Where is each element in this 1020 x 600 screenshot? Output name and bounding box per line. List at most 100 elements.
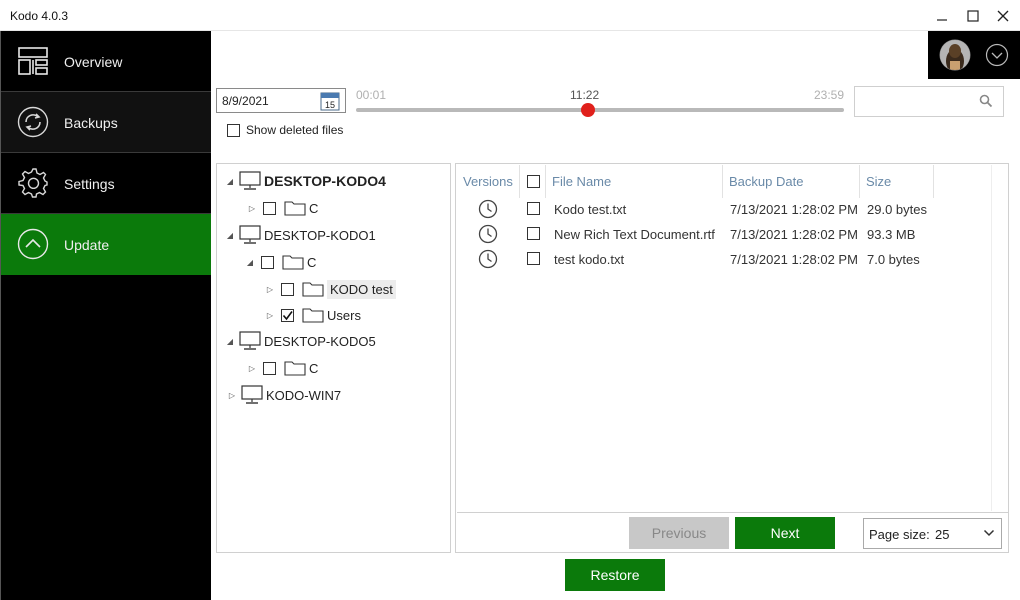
slider-handle[interactable]: [581, 103, 595, 117]
window-title: Kodo 4.0.3: [10, 9, 69, 23]
row-checkbox[interactable]: [527, 227, 540, 240]
previous-button[interactable]: Previous: [629, 517, 729, 549]
collapse-arrow-icon[interactable]: ◢: [245, 258, 255, 267]
tree-node-kodo5-c[interactable]: ▷ C: [247, 356, 318, 380]
expand-arrow-icon[interactable]: ▷: [227, 391, 237, 400]
checkmark-icon: [282, 310, 293, 320]
table-row[interactable]: test kodo.txt 7/13/2021 1:28:02 PM 7.0 b…: [457, 247, 977, 272]
computer-icon: [241, 385, 263, 404]
expand-arrow-icon[interactable]: ▷: [247, 364, 257, 373]
tree-node-label: DESKTOP-KODO4: [264, 173, 386, 189]
file-name: New Rich Text Document.rtf: [554, 227, 715, 242]
show-deleted-checkbox[interactable]: [227, 123, 240, 137]
page-size-select[interactable]: Page size: 25: [863, 518, 1002, 549]
file-table: Versions File Name Backup Date Size Kodo…: [457, 165, 1008, 513]
vertical-scrollbar[interactable]: [991, 165, 1008, 511]
expand-arrow-icon[interactable]: ▷: [265, 285, 275, 294]
chevron-down-icon: [985, 43, 1009, 67]
tree-node-label: C: [309, 360, 319, 376]
tree-node-label: DESKTOP-KODO5: [264, 333, 376, 349]
show-deleted-files[interactable]: Show deleted files: [227, 123, 343, 137]
time-slider[interactable]: 00:01 11:22 23:59: [356, 86, 846, 120]
collapse-arrow-icon[interactable]: ◢: [225, 177, 235, 186]
column-header-versions[interactable]: Versions: [457, 165, 520, 198]
tree-checkbox[interactable]: [263, 201, 276, 215]
maximize-button[interactable]: [958, 0, 988, 31]
tree-node-label: KODO-WIN7: [266, 387, 342, 403]
computer-icon: [239, 171, 261, 190]
tree-node-kodo1-c[interactable]: ◢ C: [245, 250, 316, 274]
select-all-checkbox[interactable]: [527, 175, 540, 188]
collapse-arrow-icon[interactable]: ◢: [225, 231, 235, 240]
computer-icon: [239, 331, 261, 350]
file-name: Kodo test.txt: [554, 202, 627, 217]
expand-arrow-icon[interactable]: ▷: [247, 204, 257, 213]
row-checkbox[interactable]: [527, 252, 540, 265]
column-header-size[interactable]: Size: [860, 165, 934, 198]
clock-icon[interactable]: [478, 199, 498, 219]
show-deleted-label: Show deleted files: [246, 123, 344, 137]
gear-icon: [18, 168, 48, 198]
table-row[interactable]: Kodo test.txt 7/13/2021 1:28:02 PM 29.0 …: [457, 197, 977, 222]
file-name: test kodo.txt: [554, 252, 625, 267]
sidebar-item-overview[interactable]: Overview: [1, 31, 211, 92]
tree-node-label: KODO test: [327, 279, 396, 299]
select-all-column[interactable]: [520, 165, 546, 198]
backup-refresh-icon: [17, 106, 49, 138]
tree-node-label: C: [307, 254, 317, 270]
clock-icon[interactable]: [478, 224, 498, 244]
next-button[interactable]: Next: [735, 517, 835, 549]
chevron-down-icon: [983, 529, 995, 537]
date-picker[interactable]: 8/9/2021 15: [216, 88, 346, 113]
minimize-button[interactable]: [927, 0, 957, 31]
slider-track[interactable]: [356, 108, 844, 112]
date-value: 8/9/2021: [222, 94, 269, 108]
sidebar-item-settings[interactable]: Settings: [1, 153, 211, 214]
sidebar-item-label: Backups: [64, 115, 118, 131]
folder-icon: [302, 308, 324, 323]
table-row[interactable]: New Rich Text Document.rtf 7/13/2021 1:2…: [457, 222, 977, 247]
file-size: 29.0 bytes: [867, 202, 927, 217]
tree-node-desktop-kodo4[interactable]: ◢ DESKTOP-KODO4: [225, 169, 386, 193]
search-input[interactable]: [859, 91, 969, 112]
tree-checkbox[interactable]: [281, 282, 294, 296]
timeline-start: 00:01: [356, 88, 387, 102]
sidebar-item-label: Settings: [64, 176, 115, 192]
avatar[interactable]: [928, 31, 1020, 79]
tree-node-label: C: [309, 200, 319, 216]
tree-checkbox[interactable]: [263, 361, 276, 375]
column-header-file-name[interactable]: File Name: [546, 165, 723, 198]
timeline-end: 23:59: [813, 88, 844, 102]
maximize-icon: [967, 9, 979, 22]
title-bar: Kodo 4.0.3: [0, 0, 1020, 31]
expand-arrow-icon[interactable]: ▷: [265, 311, 275, 320]
tree-node-desktop-kodo5[interactable]: ◢ DESKTOP-KODO5: [225, 329, 376, 353]
file-size: 93.3 MB: [867, 227, 916, 242]
tree-node-kodo-win7[interactable]: ▷ KODO-WIN7: [227, 383, 341, 407]
dashboard-icon: [18, 47, 48, 75]
sidebar: Overview Backups Settings Update: [0, 31, 211, 600]
tree-node-kodo-test[interactable]: ▷ KODO test: [265, 277, 396, 301]
search-icon[interactable]: [979, 94, 993, 108]
restore-button[interactable]: Restore: [565, 559, 665, 591]
backup-date: 7/13/2021 1:28:02 PM: [730, 252, 858, 267]
tree-node-kodo4-c[interactable]: ▷ C: [247, 196, 318, 220]
close-button[interactable]: [988, 0, 1018, 31]
close-icon: [997, 10, 1009, 21]
tree-checkbox[interactable]: [261, 255, 274, 269]
calendar-icon[interactable]: 15: [320, 91, 340, 111]
timeline-current: 11:22: [570, 88, 600, 102]
tree-node-users[interactable]: ▷ Users: [265, 303, 361, 327]
sidebar-item-update[interactable]: Update: [1, 214, 211, 275]
column-header-backup-date[interactable]: Backup Date: [723, 165, 860, 198]
search-field[interactable]: [854, 86, 1004, 117]
sidebar-item-label: Update: [64, 237, 110, 253]
tree-node-desktop-kodo1[interactable]: ◢ DESKTOP-KODO1: [225, 223, 376, 247]
clock-icon[interactable]: [478, 249, 498, 269]
sidebar-item-backups[interactable]: Backups: [1, 92, 211, 153]
page-size-value: 25: [935, 527, 950, 542]
row-checkbox[interactable]: [527, 202, 540, 215]
collapse-arrow-icon[interactable]: ◢: [225, 337, 235, 346]
tree-checkbox-checked[interactable]: [281, 308, 294, 322]
backup-date: 7/13/2021 1:28:02 PM: [730, 202, 858, 217]
